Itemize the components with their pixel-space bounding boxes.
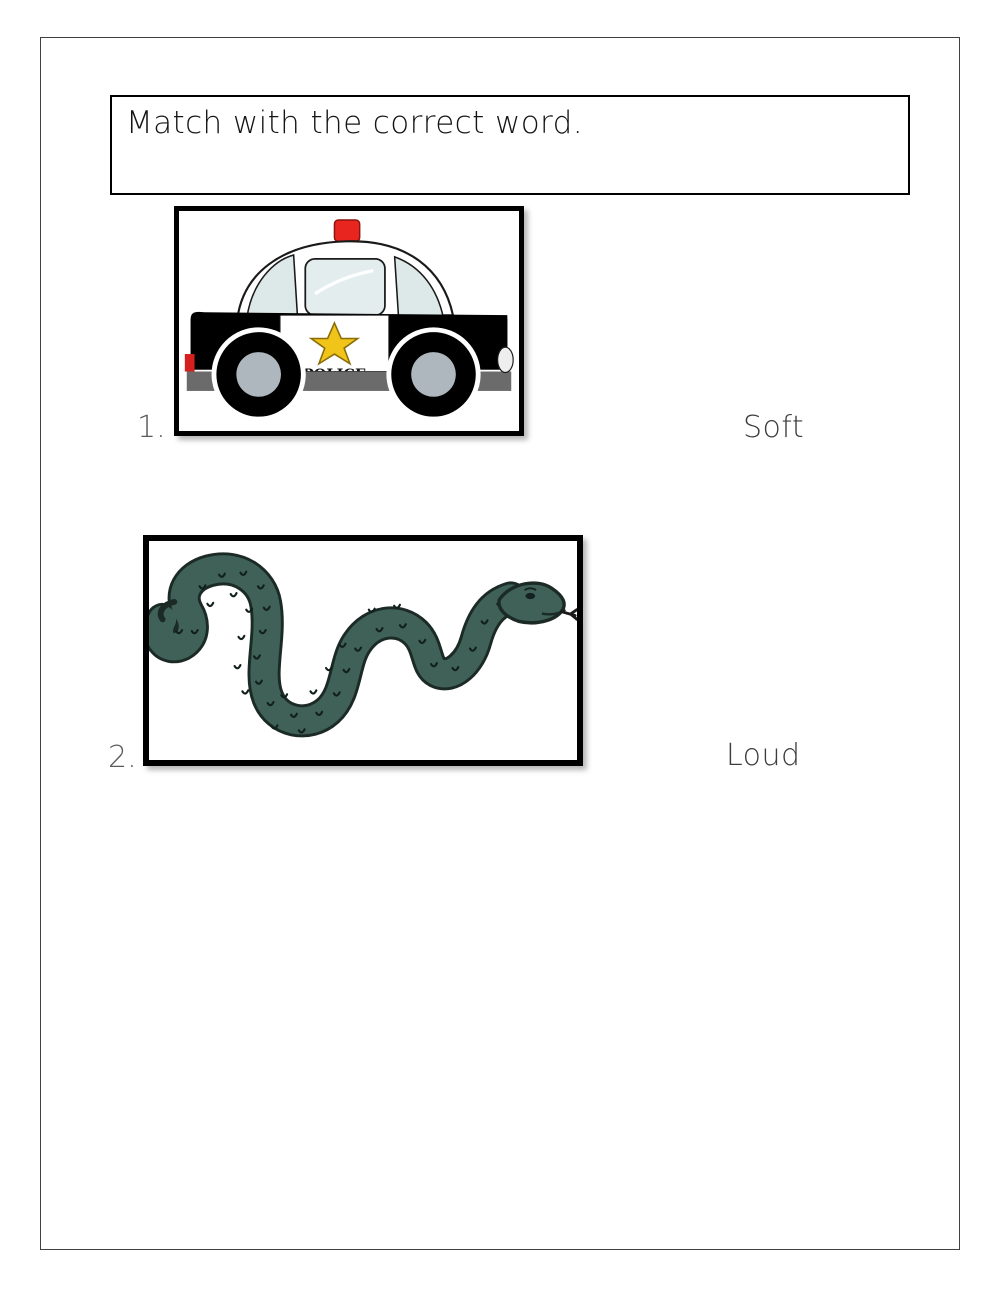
head-light bbox=[497, 346, 514, 374]
tail-light bbox=[184, 354, 195, 372]
rear-hubcap bbox=[236, 352, 281, 397]
instruction-text: Match with the correct word. bbox=[126, 105, 583, 141]
word-option-soft[interactable]: Soft bbox=[743, 410, 804, 445]
front-hubcap bbox=[411, 352, 456, 397]
item-2-number: 2. bbox=[108, 740, 137, 775]
police-car-illustration: POLICE bbox=[184, 219, 514, 422]
snake-illustration bbox=[149, 552, 577, 738]
instruction-box: Match with the correct word. bbox=[110, 95, 910, 195]
snake-tongue bbox=[559, 608, 577, 621]
snake-eye bbox=[525, 592, 536, 600]
police-car-image-frame[interactable]: POLICE bbox=[174, 206, 524, 436]
car-middle-window bbox=[304, 257, 386, 317]
item-1-number: 1. bbox=[137, 410, 166, 445]
snake-image-frame[interactable] bbox=[143, 535, 583, 766]
word-option-loud[interactable]: Loud bbox=[726, 738, 801, 773]
police-light-bar-icon bbox=[333, 219, 361, 243]
